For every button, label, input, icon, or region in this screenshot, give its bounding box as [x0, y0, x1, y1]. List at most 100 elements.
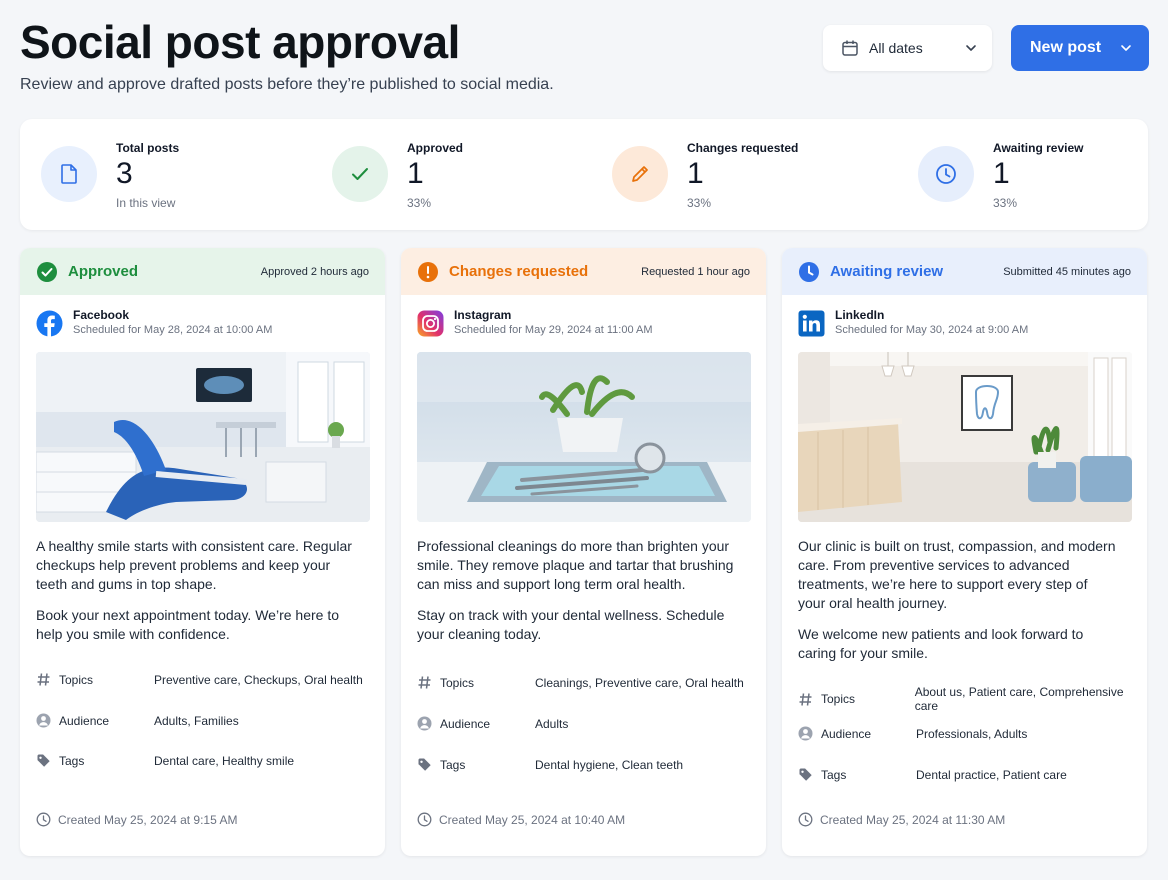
- stat-label: Approved: [407, 141, 464, 155]
- stat-sub: In this view: [116, 196, 176, 210]
- post-copy: Professional cleanings do more than brig…: [417, 537, 737, 644]
- clock-icon: [417, 812, 432, 827]
- post-paragraph: Professional cleanings do more than brig…: [417, 538, 734, 592]
- date-filter-label: All dates: [869, 40, 923, 56]
- platform-name: Instagram: [454, 308, 512, 322]
- post-card-facebook[interactable]: Approved Approved 2 hours ago Facebook S…: [20, 248, 385, 856]
- meta-label: Audience: [440, 716, 491, 731]
- platform-name: Facebook: [73, 308, 130, 322]
- new-post-button[interactable]: New post: [1011, 25, 1149, 71]
- post-copy: A healthy smile starts with consistent c…: [36, 537, 356, 644]
- date-filter-dropdown[interactable]: All dates: [823, 25, 992, 71]
- calendar-icon: [841, 39, 859, 57]
- instagram-icon: [417, 308, 444, 338]
- post-paragraph: Our clinic is built on trust, compassion…: [798, 538, 1116, 611]
- stats-panel: Total posts 3 In this view Approved 1 33…: [20, 119, 1148, 230]
- status-label: Changes requested: [449, 263, 589, 280]
- clock-icon: [798, 261, 820, 283]
- stat-sub: 33%: [687, 196, 712, 210]
- clock-icon: [36, 812, 51, 827]
- platform-info: LinkedIn Scheduled for May 30, 2024 at 9…: [798, 308, 1028, 338]
- created-timestamp: Created May 25, 2024 at 10:40 AM: [417, 812, 625, 827]
- hashtag-icon: [798, 692, 813, 707]
- page-header: Social post approval Review and approve …: [20, 14, 554, 94]
- page-title: Social post approval: [20, 16, 460, 68]
- hashtag-icon: [417, 675, 432, 690]
- status-time: Requested 1 hour ago: [641, 265, 750, 278]
- post-image-clinic-reception: [798, 352, 1132, 522]
- schedule-text: Scheduled for May 28, 2024 at 10:00 AM: [73, 324, 273, 336]
- stat-value: 1: [407, 157, 424, 190]
- clock-icon: [918, 146, 974, 202]
- meta-label: Topics: [59, 672, 94, 687]
- status-time: Approved 2 hours ago: [260, 265, 369, 278]
- page-subtitle: Review and approve drafted posts before …: [20, 76, 554, 93]
- meta-value: Dental hygiene, Clean teeth: [535, 757, 684, 772]
- clock-icon: [798, 812, 813, 827]
- created-timestamp: Created May 25, 2024 at 11:30 AM: [798, 812, 1005, 827]
- meta-value: Adults: [535, 716, 569, 731]
- meta-value: Preventive care, Checkups, Oral health: [154, 672, 363, 687]
- schedule-text: Scheduled for May 30, 2024 at 9:00 AM: [835, 324, 1029, 336]
- check-icon: [332, 146, 388, 202]
- tag-icon: [36, 753, 51, 768]
- created-text: Created May 25, 2024 at 10:40 AM: [439, 812, 626, 827]
- stat-value: 1: [993, 157, 1010, 190]
- meta-label: Topics: [821, 692, 856, 706]
- check-circle-icon: [36, 261, 58, 283]
- platform-name: LinkedIn: [835, 308, 885, 322]
- meta-label: Topics: [440, 675, 475, 690]
- post-image-dental-chair: [36, 352, 370, 522]
- meta-tags: Tags Dental hygiene, Clean teeth: [417, 757, 683, 772]
- audience-icon: [798, 726, 813, 741]
- document-icon: [41, 146, 97, 202]
- post-paragraph: Stay on track with your dental wellness.…: [417, 607, 725, 642]
- tag-icon: [798, 767, 813, 782]
- created-text: Created May 25, 2024 at 11:30 AM: [820, 812, 1006, 827]
- status-label: Approved: [68, 263, 139, 280]
- meta-topics: Topics Cleanings, Preventive care, Oral …: [417, 675, 744, 690]
- post-paragraph: Book your next appointment today. We’re …: [36, 607, 339, 642]
- meta-value: About us, Patient care, Comprehensive ca…: [914, 685, 1124, 713]
- post-copy: Our clinic is built on trust, compassion…: [798, 537, 1118, 663]
- schedule-text: Scheduled for May 29, 2024 at 11:00 AM: [454, 324, 653, 336]
- meta-label: Audience: [59, 713, 110, 728]
- alert-icon: [417, 261, 439, 283]
- stat-value: 1: [687, 157, 704, 190]
- card-status-header: Changes requested Requested 1 hour ago: [401, 248, 766, 295]
- stat-label: Awaiting review: [993, 141, 1084, 155]
- meta-tags: Tags Dental practice, Patient care: [798, 767, 1067, 782]
- stat-value: 3: [116, 157, 133, 190]
- meta-value: Cleanings, Preventive care, Oral health: [535, 675, 744, 690]
- audience-icon: [417, 716, 432, 731]
- chevron-down-icon[interactable]: [1119, 41, 1133, 55]
- card-status-header: Approved Approved 2 hours ago: [20, 248, 385, 295]
- facebook-icon: [36, 308, 63, 338]
- meta-audience: Audience Professionals, Adults: [798, 726, 1027, 741]
- card-status-header: Awaiting review Submitted 45 minutes ago: [782, 248, 1147, 295]
- meta-tags: Tags Dental care, Healthy smile: [36, 753, 294, 768]
- meta-label: Tags: [440, 757, 466, 772]
- created-timestamp: Created May 25, 2024 at 9:15 AM: [36, 812, 237, 827]
- tag-icon: [417, 757, 432, 772]
- post-card-linkedin[interactable]: Awaiting review Submitted 45 minutes ago…: [782, 248, 1147, 856]
- platform-info: Facebook Scheduled for May 28, 2024 at 1…: [36, 308, 272, 338]
- meta-topics: Topics Preventive care, Checkups, Oral h…: [36, 672, 363, 687]
- meta-value: Professionals, Adults: [916, 726, 1028, 741]
- stat-sub: 33%: [993, 196, 1018, 210]
- post-card-instagram[interactable]: Changes requested Requested 1 hour ago I…: [401, 248, 766, 856]
- meta-topics: Topics About us, Patient care, Comprehen…: [798, 685, 1147, 713]
- pencil-icon: [612, 146, 668, 202]
- status-label: Awaiting review: [830, 263, 944, 280]
- new-post-label: New post: [1030, 39, 1102, 56]
- meta-value: Dental care, Healthy smile: [154, 753, 295, 768]
- post-paragraph: We welcome new patients and look forward…: [798, 626, 1084, 661]
- stat-sub: 33%: [407, 196, 432, 210]
- stat-label: Total posts: [116, 141, 180, 155]
- post-image-dental-tools: [417, 352, 751, 522]
- stat-label: Changes requested: [687, 141, 799, 155]
- linkedin-icon: [798, 308, 825, 338]
- meta-value: Adults, Families: [154, 713, 239, 728]
- meta-label: Tags: [59, 753, 85, 768]
- meta-audience: Audience Adults: [417, 716, 568, 731]
